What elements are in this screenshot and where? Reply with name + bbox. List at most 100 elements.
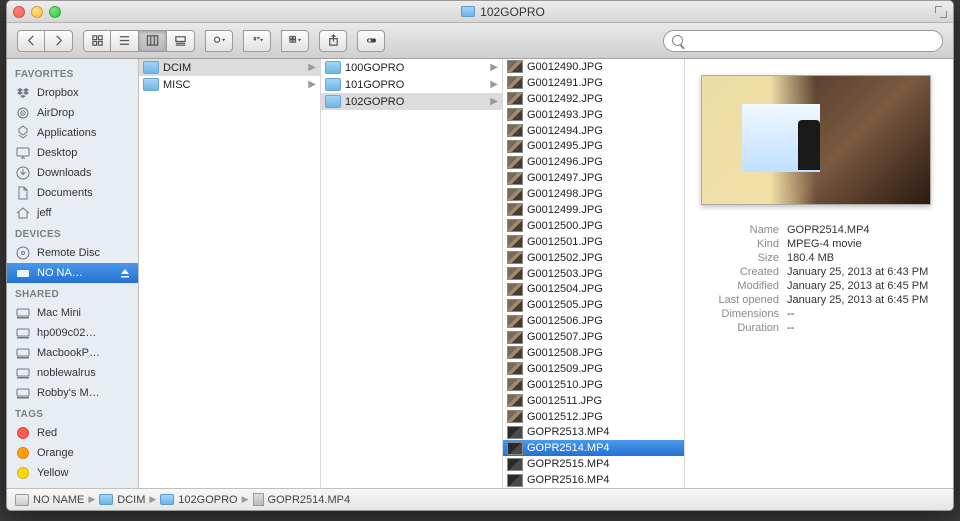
file-row[interactable]: G0012496.JPG (503, 154, 684, 170)
column-1[interactable]: DCIM ▶ MISC▶ (139, 59, 321, 488)
file-row[interactable]: G0012510.JPG (503, 377, 684, 393)
file-row[interactable]: MISC▶ (139, 76, 320, 93)
share-button[interactable] (319, 30, 347, 52)
file-row[interactable]: G0012512.JPG (503, 409, 684, 425)
search-input[interactable] (688, 35, 934, 47)
pathbar-item[interactable]: GOPR2514.MP4 (253, 493, 351, 506)
file-row[interactable]: G0012492.JPG (503, 91, 684, 107)
file-row[interactable]: G0012494.JPG (503, 123, 684, 139)
file-row[interactable]: GOPR2516.MP4 (503, 472, 684, 488)
file-row[interactable]: G0012495.JPG (503, 138, 684, 154)
file-name-label: G0012503.JPG (527, 268, 603, 280)
file-row[interactable]: 100GOPRO▶ (321, 59, 502, 76)
dropbox-button[interactable] (243, 30, 271, 52)
file-row[interactable]: G0012491.JPG (503, 75, 684, 91)
file-row[interactable]: DCIM ▶ (139, 59, 320, 76)
file-row[interactable]: G0012499.JPG (503, 202, 684, 218)
sidebar-item-orange[interactable]: Orange (7, 443, 138, 463)
sidebar-item-airdrop[interactable]: AirDrop (7, 103, 138, 123)
sidebar-item-no-na-[interactable]: NO NA… (7, 263, 138, 283)
pathbar-item[interactable]: NO NAME (15, 494, 84, 506)
view-list-button[interactable] (111, 30, 139, 52)
file-name-label: 101GOPRO (345, 79, 404, 91)
sidebar-item-label: AirDrop (37, 107, 74, 119)
eject-icon[interactable] (120, 268, 130, 278)
arrange-button[interactable] (281, 30, 309, 52)
sidebar-item-label: Mac Mini (37, 307, 81, 319)
file-row[interactable]: G0012508.JPG (503, 345, 684, 361)
sidebar-item-dropbox[interactable]: Dropbox (7, 83, 138, 103)
sidebar-item-applications[interactable]: Applications (7, 123, 138, 143)
preview-thumbnail[interactable] (701, 75, 931, 205)
file-name-label: 100GOPRO (345, 62, 404, 74)
view-coverflow-button[interactable] (167, 30, 195, 52)
file-row[interactable]: G0012503.JPG (503, 266, 684, 282)
pathbar-item[interactable]: DCIM (99, 494, 145, 506)
file-row[interactable]: G0012505.JPG (503, 297, 684, 313)
sidebar-item-desktop[interactable]: Desktop (7, 143, 138, 163)
file-row[interactable]: G0012497.JPG (503, 170, 684, 186)
action-buttons (205, 30, 233, 52)
chevron-right-icon: ▶ (308, 62, 318, 73)
sidebar-item-label: MacbookP… (37, 347, 100, 359)
fullscreen-icon[interactable] (935, 6, 947, 18)
sidebar-item-macbookp-[interactable]: MacbookP… (7, 343, 138, 363)
mov-icon (253, 493, 264, 506)
drive-icon (15, 265, 31, 281)
file-row[interactable]: G0012493.JPG (503, 107, 684, 123)
sidebar-item-yellow[interactable]: Yellow (7, 463, 138, 483)
sidebar-item-noblewalrus[interactable]: noblewalrus (7, 363, 138, 383)
view-icon-button[interactable] (83, 30, 111, 52)
column-3[interactable]: G0012490.JPGG0012491.JPGG0012492.JPGG001… (503, 59, 685, 488)
file-row[interactable]: G0012501.JPG (503, 234, 684, 250)
titlebar[interactable]: 102GOPRO (7, 1, 953, 23)
file-name-label: G0012508.JPG (527, 347, 603, 359)
sidebar-item-hp009c02-[interactable]: hp009c02… (7, 323, 138, 343)
file-row[interactable]: 101GOPRO▶ (321, 76, 502, 93)
sidebar-item-remote-disc[interactable]: Remote Disc (7, 243, 138, 263)
disc-icon (15, 245, 31, 261)
tags-button[interactable] (357, 30, 385, 52)
view-buttons (83, 30, 195, 52)
close-icon[interactable] (13, 6, 25, 18)
sidebar-item-documents[interactable]: Documents (7, 183, 138, 203)
file-row[interactable]: GOPR2515.MP4 (503, 456, 684, 472)
view-columns-button[interactable] (139, 30, 167, 52)
file-row[interactable]: G0012509.JPG (503, 361, 684, 377)
file-row[interactable]: G0012506.JPG (503, 313, 684, 329)
file-row[interactable]: G0012502.JPG (503, 250, 684, 266)
back-button[interactable] (17, 30, 45, 52)
image-icon (507, 172, 523, 185)
file-row[interactable]: 102GOPRO▶ (321, 93, 502, 110)
computer-icon (15, 385, 31, 401)
search-field[interactable] (663, 30, 943, 52)
file-name-label: DCIM (163, 62, 191, 74)
file-row[interactable]: GOPR2514.MP4 (503, 440, 684, 456)
file-name-label: G0012501.JPG (527, 236, 603, 248)
preview-metadata: NameGOPR2514.MP4KindMPEG-4 movieSize180.… (695, 223, 937, 335)
minimize-icon[interactable] (31, 6, 43, 18)
file-row[interactable]: G0012507.JPG (503, 329, 684, 345)
image-icon (507, 315, 523, 328)
sidebar-item-red[interactable]: Red (7, 423, 138, 443)
sidebar-item-label: Desktop (37, 147, 77, 159)
folder-icon (325, 78, 341, 91)
file-row[interactable]: G0012504.JPG (503, 281, 684, 297)
file-row[interactable]: G0012498.JPG (503, 186, 684, 202)
sidebar-item-mac-mini[interactable]: Mac Mini (7, 303, 138, 323)
forward-button[interactable] (45, 30, 73, 52)
document-icon (15, 185, 31, 201)
pathbar-item[interactable]: 102GOPRO (160, 494, 237, 506)
column-2[interactable]: 100GOPRO▶101GOPRO▶102GOPRO▶ (321, 59, 503, 488)
file-row[interactable]: G0012511.JPG (503, 393, 684, 409)
file-row[interactable]: G0012490.JPG (503, 59, 684, 75)
file-row[interactable]: GOPR2513.MP4 (503, 424, 684, 440)
image-icon (507, 378, 523, 391)
action-menu-button[interactable] (205, 30, 233, 52)
file-row[interactable]: G0012500.JPG (503, 218, 684, 234)
sidebar-item-downloads[interactable]: Downloads (7, 163, 138, 183)
sidebar-item-robby-s-m-[interactable]: Robby's M… (7, 383, 138, 403)
zoom-icon[interactable] (49, 6, 61, 18)
meta-key: Size (695, 252, 787, 264)
sidebar-item-jeff[interactable]: jeff (7, 203, 138, 223)
